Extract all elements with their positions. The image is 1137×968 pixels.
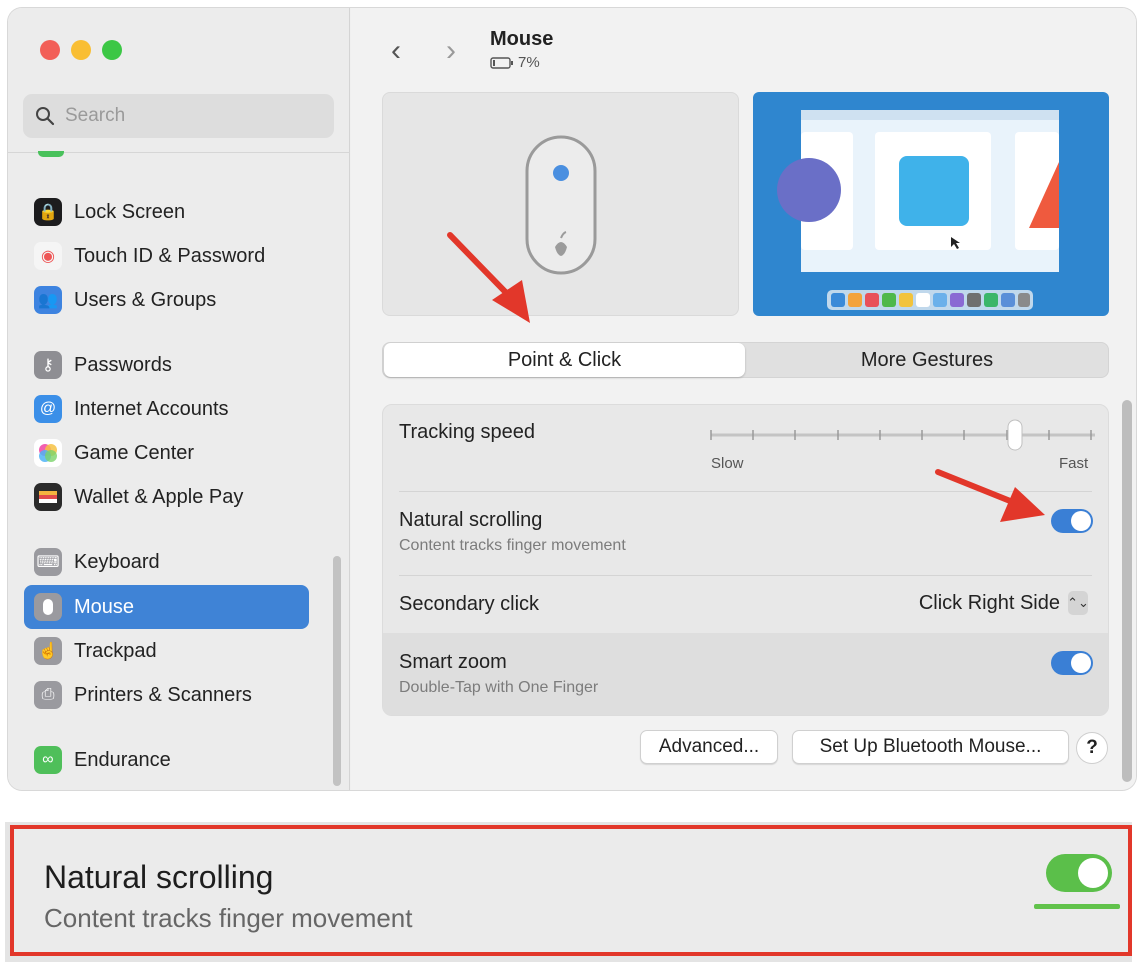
magic-mouse-illustration bbox=[525, 135, 597, 275]
keyboard-icon: ⌨ bbox=[34, 548, 62, 576]
settings-window: 🔒 Lock Screen ◉ Touch ID & Password 👥 Us… bbox=[8, 8, 1136, 790]
traffic-lights bbox=[40, 40, 122, 60]
search-field[interactable] bbox=[23, 94, 334, 138]
gesture-preview bbox=[753, 92, 1109, 316]
smart-zoom-description: Double-Tap with One Finger bbox=[399, 679, 599, 696]
tab-point-click[interactable]: Point & Click bbox=[384, 343, 745, 377]
smart-zoom-row: Smart zoom Double-Tap with One Finger bbox=[383, 633, 1108, 715]
sidebar-item-label: Passwords bbox=[74, 353, 172, 376]
battery-percent: 7% bbox=[518, 54, 540, 71]
sidebar-item-keyboard[interactable]: ⌨ Keyboard bbox=[24, 540, 309, 584]
at-icon: @ bbox=[34, 395, 62, 423]
sidebar-item-game-center[interactable]: Game Center bbox=[24, 431, 309, 475]
sidebar-item-lock-screen[interactable]: 🔒 Lock Screen bbox=[24, 190, 309, 234]
printer-icon: ⎙ bbox=[34, 681, 62, 709]
sidebar-item-label: Mouse bbox=[74, 595, 135, 618]
sidebar-item-users-groups[interactable]: 👥 Users & Groups bbox=[24, 278, 309, 322]
smart-zoom-label: Smart zoom bbox=[399, 651, 507, 673]
sidebar-item-mouse[interactable]: Mouse bbox=[24, 585, 309, 629]
scrolled-item-icon bbox=[38, 151, 64, 157]
smart-zoom-toggle[interactable] bbox=[1051, 651, 1093, 675]
mouse-preview bbox=[382, 92, 739, 316]
zoom-window-button[interactable] bbox=[102, 40, 122, 60]
tab-more-gestures[interactable]: More Gestures bbox=[745, 343, 1109, 377]
help-button[interactable]: ? bbox=[1076, 732, 1108, 764]
sidebar-item-label: Endurance bbox=[74, 748, 171, 771]
sidebar-item-passwords[interactable]: ⚷ Passwords bbox=[24, 343, 309, 387]
trackpad-icon: ☝ bbox=[34, 637, 62, 665]
endurance-icon: ∞ bbox=[34, 746, 62, 774]
secondary-click-popup[interactable]: Click Right Side ⌃⌄ bbox=[918, 591, 1089, 615]
minimize-window-button[interactable] bbox=[71, 40, 91, 60]
advanced-button[interactable]: Advanced... bbox=[640, 730, 778, 764]
secondary-click-value: Click Right Side bbox=[918, 591, 1060, 614]
tab-bar: Point & Click More Gestures bbox=[382, 342, 1109, 378]
natural-scrolling-label: Natural scrolling bbox=[399, 509, 543, 531]
search-icon bbox=[36, 107, 55, 126]
mouse-icon bbox=[34, 593, 62, 621]
tracking-speed-slider[interactable] bbox=[703, 419, 1103, 451]
fingerprint-icon: ◉ bbox=[34, 242, 62, 270]
sidebar-item-trackpad[interactable]: ☝ Trackpad bbox=[24, 629, 309, 673]
sidebar: 🔒 Lock Screen ◉ Touch ID & Password 👥 Us… bbox=[8, 8, 350, 790]
wallet-icon bbox=[34, 483, 62, 511]
setup-bluetooth-mouse-button[interactable]: Set Up Bluetooth Mouse... bbox=[792, 730, 1069, 764]
battery-status: 7% bbox=[490, 54, 540, 71]
natural-scrolling-toggle[interactable] bbox=[1051, 509, 1093, 533]
users-icon: 👥 bbox=[34, 286, 62, 314]
sidebar-item-label: Touch ID & Password bbox=[74, 244, 266, 267]
zoom-natural-scrolling-label: Natural scrolling bbox=[44, 859, 274, 895]
sidebar-scrollbar[interactable] bbox=[333, 556, 341, 786]
sidebar-item-wallet[interactable]: Wallet & Apple Pay bbox=[24, 475, 309, 519]
updown-chevron-icon: ⌃⌄ bbox=[1067, 591, 1089, 615]
zoom-natural-scrolling-toggle[interactable] bbox=[1046, 854, 1112, 892]
content-pane: ‹ › Mouse 7% Point & Click More Gestures… bbox=[351, 8, 1136, 790]
battery-icon bbox=[490, 56, 513, 69]
search-input[interactable] bbox=[65, 105, 305, 127]
sidebar-item-label: Users & Groups bbox=[74, 288, 217, 311]
tracking-speed-label: Tracking speed bbox=[399, 421, 535, 443]
close-window-button[interactable] bbox=[40, 40, 60, 60]
sidebar-item-label: Internet Accounts bbox=[74, 397, 229, 420]
key-icon: ⚷ bbox=[34, 351, 62, 379]
zoom-callout: Natural scrolling Content tracks finger … bbox=[10, 825, 1132, 956]
secondary-click-label: Secondary click bbox=[399, 593, 540, 615]
slider-max-label: Fast bbox=[1059, 455, 1089, 472]
page-title: Mouse bbox=[490, 28, 554, 50]
sidebar-item-label: Printers & Scanners bbox=[74, 683, 252, 706]
game-center-icon bbox=[34, 439, 62, 467]
zoom-natural-scrolling-description: Content tracks finger movement bbox=[44, 903, 413, 933]
sidebar-item-label: Trackpad bbox=[74, 639, 157, 662]
slider-min-label: Slow bbox=[711, 455, 744, 472]
row-divider bbox=[399, 491, 1092, 492]
content-scrollbar[interactable] bbox=[1122, 400, 1132, 782]
natural-scrolling-description: Content tracks finger movement bbox=[399, 537, 626, 554]
desktop-illustration bbox=[753, 92, 1109, 316]
sidebar-item-internet-accounts[interactable]: @ Internet Accounts bbox=[24, 387, 309, 431]
forward-button[interactable]: › bbox=[446, 36, 456, 66]
row-divider bbox=[399, 575, 1092, 576]
sidebar-item-printers[interactable]: ⎙ Printers & Scanners bbox=[24, 673, 309, 717]
zoom-underline bbox=[1034, 904, 1120, 909]
sidebar-item-touch-id[interactable]: ◉ Touch ID & Password bbox=[24, 234, 309, 278]
settings-panel: Tracking speed Slow Fast Natural scrolli… bbox=[382, 404, 1109, 716]
sidebar-item-label: Wallet & Apple Pay bbox=[74, 485, 244, 508]
back-button[interactable]: ‹ bbox=[391, 36, 401, 66]
lock-icon: 🔒 bbox=[34, 198, 62, 226]
sidebar-item-label: Lock Screen bbox=[74, 200, 186, 223]
sidebar-item-endurance[interactable]: ∞ Endurance bbox=[24, 738, 309, 782]
sidebar-item-label: Keyboard bbox=[74, 550, 160, 573]
sidebar-item-label: Game Center bbox=[74, 441, 195, 464]
